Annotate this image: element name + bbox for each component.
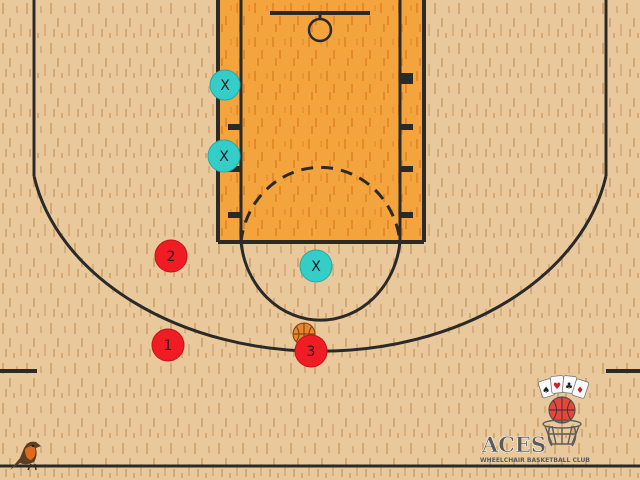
offense-label: 2 xyxy=(167,249,176,265)
defender-3[interactable]: X xyxy=(299,249,333,283)
defender-label: X xyxy=(220,78,230,94)
key-paint xyxy=(218,0,424,242)
offense-player-1[interactable]: 1 xyxy=(151,328,185,362)
logo-tagline: WHEELCHAIR BASKETBALL CLUB xyxy=(480,456,590,464)
offense-player-2[interactable]: 2 xyxy=(154,239,188,273)
lane-hash xyxy=(400,124,413,130)
lane-hash xyxy=(228,212,241,218)
lane-block xyxy=(400,73,413,84)
logo-ball-icon xyxy=(548,396,576,424)
offense-label: 1 xyxy=(164,338,173,354)
card-suit: ♣ xyxy=(565,382,573,392)
card-suit: ♥ xyxy=(553,382,561,392)
defender-2[interactable]: X xyxy=(207,139,241,173)
basketball-play-diagram: X X X 2 1 3 ♠ ♥ ♣ ♦ ACES WHEELCHAIR BASK… xyxy=(0,0,640,480)
offense-label: 3 xyxy=(307,344,316,360)
offense-player-3[interactable]: 3 xyxy=(294,334,328,368)
lane-hash xyxy=(228,124,241,130)
lane-hash xyxy=(400,212,413,218)
defender-label: X xyxy=(219,149,229,165)
card-suit: ♠ xyxy=(542,386,550,396)
card-suit: ♦ xyxy=(576,386,584,396)
lane-hash xyxy=(400,166,413,172)
defender-label: X xyxy=(311,259,321,275)
defender-1[interactable]: X xyxy=(209,69,241,101)
logo-name: ACES xyxy=(481,432,546,457)
